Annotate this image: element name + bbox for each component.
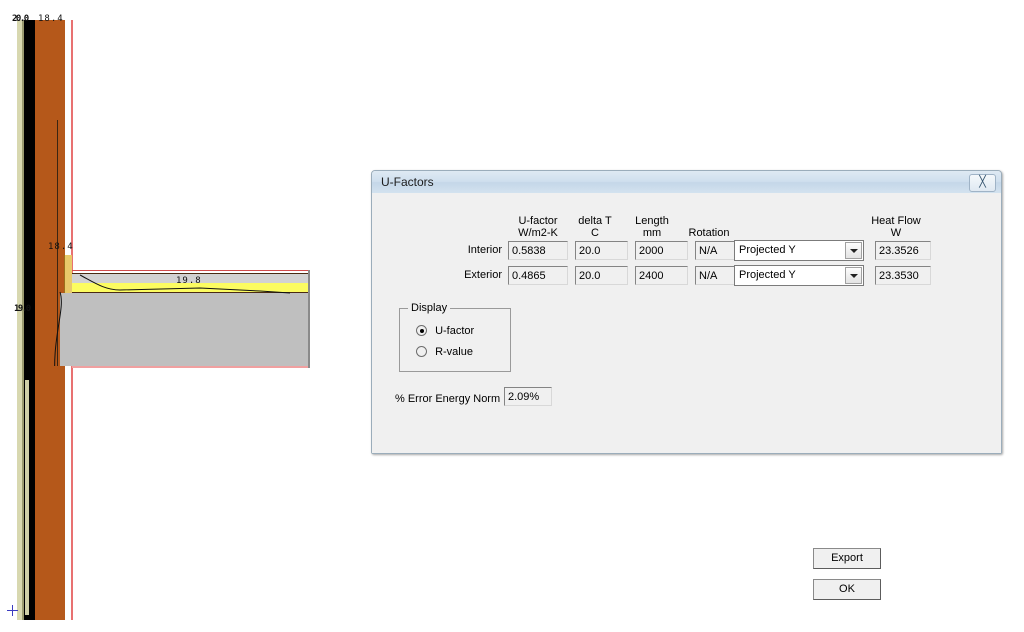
interior-projection-select[interactable]: Projected Y [734,240,864,261]
ok-button[interactable]: OK [813,579,881,600]
column-header-heat-flow-line1: Heat Flow [871,215,921,227]
cad-drawing-canvas[interactable]: 20.0 18.4 18.4 19.8 19.0 [0,0,340,632]
dialog-body: U-factor W/m2-K delta T C Length mm Rota… [372,193,1001,600]
radio-u-factor-label: U-factor [435,325,475,337]
radio-u-factor[interactable]: U-factor [416,325,474,337]
exterior-length-field[interactable]: 2400 [635,266,688,285]
exterior-delta-t-field[interactable]: 20.0 [575,266,628,285]
interior-heat-flow-field[interactable]: 23.3526 [875,241,931,260]
radio-u-factor-indicator [416,325,427,336]
column-header-length-line1: Length [635,215,669,227]
column-header-rotation-line1: Rotation [688,227,730,239]
export-button[interactable]: Export [813,548,881,569]
temp-label-2: 18.4 [48,242,74,252]
exterior-projection-select[interactable]: Projected Y [734,265,864,286]
column-header-heat-flow-line2: W [890,227,902,239]
exterior-heat-flow-field[interactable]: 23.3530 [875,266,931,285]
temp-label-0: 20.0 [12,14,29,24]
radio-r-value-label: R-value [435,346,473,358]
interior-length-field[interactable]: 2000 [635,241,688,260]
interior-u-factor-field[interactable]: 0.5838 [508,241,568,260]
temp-label-3: 19.8 [176,276,202,286]
u-factors-dialog: U-Factors ╳ U-factor W/m2-K delta T C Le… [371,170,1002,600]
wall-lower-brick-continuation [35,366,65,620]
app-window: 20.0 18.4 18.4 19.8 19.0 U-Factors ╳ U-f… [0,0,1024,632]
row-label-exterior: Exterior [464,269,502,281]
close-icon[interactable]: ╳ [969,174,996,192]
crosshair-cursor [7,605,18,616]
dialog-titlebar[interactable]: U-Factors ╳ [372,171,1001,194]
display-groupbox: Display U-factor R-value [399,302,511,372]
error-energy-norm-field[interactable]: 2.09% [504,387,552,406]
temp-label-1: 18.4 [38,14,64,24]
exterior-u-factor-field[interactable]: 0.4865 [508,266,568,285]
dialog-title: U-Factors [381,175,434,189]
radio-r-value-indicator [416,346,427,357]
exterior-projection-value: Projected Y [739,269,796,281]
column-header-heat-flow: Heat Flow W [860,215,932,239]
interior-projection-value: Projected Y [739,244,796,256]
interior-delta-t-field[interactable]: 20.0 [575,241,628,260]
wall-sliver-cream-lower [25,380,29,615]
radio-r-value[interactable]: R-value [416,346,473,358]
temp-label-4: 19.0 [14,304,31,314]
chevron-down-icon[interactable] [845,267,862,284]
display-groupbox-legend: Display [408,302,451,314]
chevron-down-icon[interactable] [845,242,862,259]
column-header-rotation: Rotation [673,227,745,239]
row-label-interior: Interior [467,244,502,256]
error-energy-norm-label: % Error Energy Norm [395,393,501,405]
